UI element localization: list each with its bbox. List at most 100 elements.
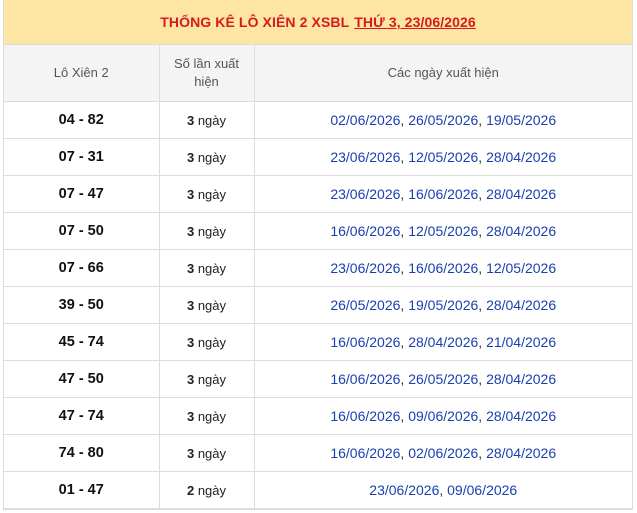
date-link[interactable]: 23/06/2026 — [330, 149, 400, 165]
pair-cell: 74 - 80 — [4, 434, 160, 472]
date-link[interactable]: 26/05/2026 — [408, 112, 478, 128]
date-link[interactable]: 23/06/2026 — [330, 260, 400, 276]
date-separator: , — [478, 112, 487, 128]
count-value: 3 — [186, 371, 195, 387]
count-value: 3 — [186, 334, 195, 350]
count-value: 3 — [186, 260, 195, 276]
dates-cell: 02/06/2026, 26/05/2026, 19/05/2026 — [253, 101, 632, 139]
count-unit: ngày — [197, 186, 227, 202]
date-link[interactable]: 28/04/2026 — [486, 408, 556, 424]
dates-cell: 16/06/2026, 26/05/2026, 28/04/2026 — [253, 360, 632, 398]
date-separator: , — [478, 149, 487, 165]
count-unit: ngày — [197, 297, 227, 313]
count-value: 2 — [186, 482, 195, 498]
count-unit: ngày — [197, 371, 227, 387]
date-separator: , — [478, 371, 487, 387]
date-link[interactable]: 12/05/2026 — [486, 260, 556, 276]
count-unit: ngày — [197, 149, 227, 165]
date-separator: , — [478, 297, 487, 313]
date-link[interactable]: THỨ 3, 23/06/2026 — [354, 14, 476, 30]
date-link[interactable]: 16/06/2026 — [330, 223, 400, 239]
count-cell: 3 ngày — [158, 360, 255, 398]
date-link[interactable]: 16/06/2026 — [330, 334, 400, 350]
count-value: 3 — [186, 149, 195, 165]
date-link[interactable]: 23/06/2026 — [330, 186, 400, 202]
dates-cell: 16/06/2026, 12/05/2026, 28/04/2026 — [253, 212, 632, 250]
date-link[interactable]: 12/05/2026 — [408, 223, 478, 239]
date-link[interactable]: 28/04/2026 — [486, 297, 556, 313]
count-cell: 3 ngày — [158, 323, 255, 361]
date-link[interactable]: 16/06/2026 — [408, 186, 478, 202]
count-cell: 3 ngày — [158, 434, 255, 472]
date-link[interactable]: 16/06/2026 — [330, 445, 400, 461]
column-header-count-label: Số lần xuất hiện — [173, 56, 240, 89]
dates-cell: 16/06/2026, 28/04/2026, 21/04/2026 — [253, 323, 632, 361]
date-link[interactable]: 12/05/2026 — [408, 149, 478, 165]
table-row: 04 - 82 3 ngày 02/06/2026, 26/05/2026, 19/… — [4, 101, 632, 139]
xien-table: Lô Xiên 2 Số lần xuất hiện Các ngày xuất… — [4, 44, 632, 509]
count-cell: 3 ngày — [158, 249, 255, 287]
pair-cell: 47 - 50 — [4, 360, 160, 398]
date-link[interactable]: 26/05/2026 — [330, 297, 400, 313]
count-cell: 3 ngày — [158, 286, 255, 324]
date-link[interactable]: 09/06/2026 — [408, 408, 478, 424]
count-unit: ngày — [197, 260, 227, 276]
stats-panel: THỐNG KÊ LÔ XIÊN 2 XSBL THỨ 3, 23/06/202… — [3, 0, 633, 510]
date-link[interactable]: 16/06/2026 — [330, 408, 400, 424]
pair-cell: 39 - 50 — [4, 286, 160, 324]
count-cell: 3 ngày — [158, 138, 255, 176]
pair-cell: 07 - 31 — [4, 138, 160, 176]
date-separator: , — [478, 186, 487, 202]
date-link[interactable]: 28/04/2026 — [486, 149, 556, 165]
pair-cell: 45 - 74 — [4, 323, 160, 361]
date-separator: , — [439, 482, 448, 498]
title-text: THỐNG KÊ LÔ XIÊN 2 XSBL — [160, 14, 350, 30]
table-row: 01 - 47 2 ngày 23/06/2026, 09/06/2026 — [4, 471, 632, 509]
date-separator: , — [478, 223, 487, 239]
count-unit: ngày — [197, 445, 227, 461]
table-row: 47 - 50 3 ngày 16/06/2026, 26/05/2026, 28/… — [4, 360, 632, 398]
date-link[interactable]: 28/04/2026 — [408, 334, 478, 350]
column-header-dates: Các ngày xuất hiện — [253, 44, 632, 102]
dates-cell: 16/06/2026, 09/06/2026, 28/04/2026 — [253, 397, 632, 435]
dates-cell: 23/06/2026, 12/05/2026, 28/04/2026 — [253, 138, 632, 176]
table-row: 07 - 47 3 ngày 23/06/2026, 16/06/2026, 28/… — [4, 175, 632, 213]
count-value: 3 — [186, 297, 195, 313]
table-row: 39 - 50 3 ngày 26/05/2026, 19/05/2026, 28/… — [4, 286, 632, 324]
date-link[interactable]: 28/04/2026 — [486, 445, 556, 461]
date-link[interactable]: 19/05/2026 — [408, 297, 478, 313]
date-link[interactable]: 16/06/2026 — [408, 260, 478, 276]
date-link[interactable]: 26/05/2026 — [408, 371, 478, 387]
count-cell: 3 ngày — [158, 101, 255, 139]
pair-cell: 07 - 66 — [4, 249, 160, 287]
table-header-row: Lô Xiên 2 Số lần xuất hiện Các ngày xuất… — [4, 44, 632, 102]
pair-cell: 07 - 47 — [4, 175, 160, 213]
table-row: 45 - 74 3 ngày 16/06/2026, 28/04/2026, 21/… — [4, 323, 632, 361]
panel-title: THỐNG KÊ LÔ XIÊN 2 XSBL THỨ 3, 23/06/202… — [4, 0, 632, 44]
dates-cell: 23/06/2026, 16/06/2026, 12/05/2026 — [253, 249, 632, 287]
pair-cell: 04 - 82 — [4, 101, 160, 139]
column-header-count: Số lần xuất hiện — [158, 44, 255, 102]
date-link[interactable]: 09/06/2026 — [447, 482, 517, 498]
date-link[interactable]: 28/04/2026 — [486, 186, 556, 202]
count-unit: ngày — [197, 408, 227, 424]
count-value: 3 — [186, 408, 195, 424]
date-link[interactable]: 16/06/2026 — [330, 371, 400, 387]
date-separator: , — [478, 260, 487, 276]
dates-cell: 23/06/2026, 09/06/2026 — [253, 471, 632, 509]
date-link[interactable]: 28/04/2026 — [486, 371, 556, 387]
date-separator: , — [478, 334, 487, 350]
date-link[interactable]: 28/04/2026 — [486, 223, 556, 239]
table-row: 74 - 80 3 ngày 16/06/2026, 02/06/2026, 28/… — [4, 434, 632, 472]
date-link[interactable]: 21/04/2026 — [486, 334, 556, 350]
date-link[interactable]: 02/06/2026 — [408, 445, 478, 461]
count-unit: ngày — [197, 334, 227, 350]
table-row: 07 - 31 3 ngày 23/06/2026, 12/05/2026, 28/… — [4, 138, 632, 176]
date-separator: , — [478, 408, 487, 424]
count-unit: ngày — [197, 223, 227, 239]
dates-cell: 26/05/2026, 19/05/2026, 28/04/2026 — [253, 286, 632, 324]
date-link[interactable]: 19/05/2026 — [486, 112, 556, 128]
date-link[interactable]: 02/06/2026 — [330, 112, 400, 128]
dates-cell: 16/06/2026, 02/06/2026, 28/04/2026 — [253, 434, 632, 472]
date-link[interactable]: 23/06/2026 — [369, 482, 439, 498]
